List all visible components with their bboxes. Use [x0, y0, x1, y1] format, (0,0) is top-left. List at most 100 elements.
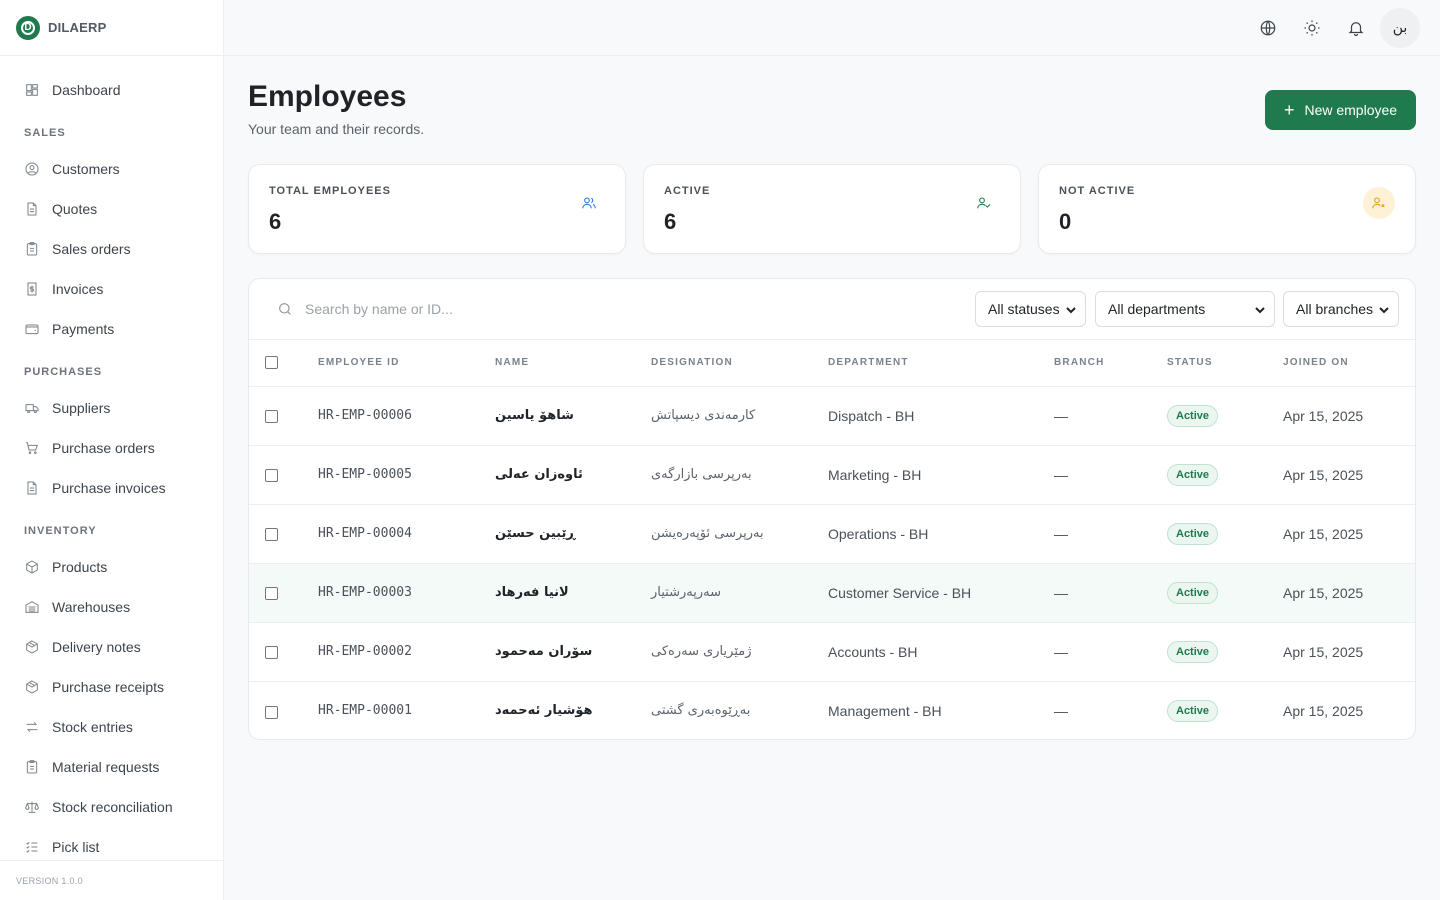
sidebar-item-delivery-notes[interactable]: Delivery notes	[0, 627, 223, 667]
table-row[interactable]: HR-EMP-00003 لانیا فەرهاد سەرپەرشتیار Custo…	[249, 563, 1415, 622]
employee-joined-on: Apr 15, 2025	[1283, 466, 1364, 483]
sidebar-item-customers[interactable]: Customers	[0, 149, 223, 189]
dashboard-icon	[26, 84, 38, 96]
table-row[interactable]: HR-EMP-00001 هۆشیار ئەحمەد بەڕێوەبەری گشتی…	[249, 681, 1415, 739]
employee-department: Operations - BH	[828, 525, 929, 542]
stat-card-total-employees: TOTAL EMPLOYEES 6	[248, 164, 626, 254]
stat-card-active: ACTIVE 6	[643, 164, 1021, 254]
sidebar-item-payments[interactable]: Payments	[0, 309, 223, 349]
employee-id[interactable]: HR-EMP-00006	[318, 386, 495, 445]
stat-value: 6	[664, 209, 677, 234]
notifications-button[interactable]	[1336, 6, 1376, 50]
stat-label: ACTIVE	[664, 185, 711, 197]
sidebar-item-suppliers[interactable]: Suppliers	[0, 388, 223, 428]
sidebar-item-material-requests[interactable]: Material requests	[0, 747, 223, 787]
status-filter-select[interactable]: All statuses	[975, 291, 1086, 327]
status-badge: Active	[1167, 640, 1219, 663]
new-employee-button[interactable]: + New employee	[1265, 90, 1416, 130]
search-box	[277, 301, 605, 317]
sidebar-item-stock-reconciliation[interactable]: Stock reconciliation	[0, 787, 223, 827]
employees-table: EMPLOYEE ID NAME DESIGNATION DEPARTMENT …	[249, 340, 1415, 739]
employee-id[interactable]: HR-EMP-00005	[318, 445, 495, 504]
employee-id[interactable]: HR-EMP-00003	[318, 563, 495, 622]
sidebar-item-quotes[interactable]: Quotes	[0, 189, 223, 229]
chevron-down-icon	[1065, 303, 1077, 315]
table-row[interactable]: HR-EMP-00002 سۆران مەحمود ژمێرياری سەرەکی A…	[249, 622, 1415, 681]
user-x-icon	[1372, 197, 1385, 209]
employee-joined-on: Apr 15, 2025	[1283, 584, 1364, 601]
table-row[interactable]: HR-EMP-00005 ئاوەزان عەلی بەرپرسی بازارگەی…	[249, 445, 1415, 504]
page-title: Employees	[248, 80, 407, 113]
col-department[interactable]: DEPARTMENT	[828, 340, 1054, 386]
col-branch[interactable]: BRANCH	[1054, 340, 1167, 386]
employee-designation: سەرپەرشتیار	[651, 585, 721, 600]
avatar[interactable]: بن	[1380, 8, 1420, 48]
employee-designation: بەرپرسی بازارگەی	[651, 467, 752, 482]
sidebar-item-purchase-orders[interactable]: Purchase orders	[0, 428, 223, 468]
table-header-row: EMPLOYEE ID NAME DESIGNATION DEPARTMENT …	[249, 340, 1415, 386]
employee-branch: —	[1054, 702, 1068, 719]
package-icon	[26, 640, 38, 654]
truck-icon	[25, 404, 39, 414]
employee-name[interactable]: لانیا فەرهاد	[495, 563, 651, 622]
topbar: بن	[224, 0, 1440, 56]
sidebar-item-pick-list[interactable]: Pick list	[0, 827, 223, 860]
employee-designation: بەڕێوەبەری گشتی	[651, 703, 751, 719]
col-name[interactable]: NAME	[495, 340, 651, 386]
employee-name[interactable]: شاهۆ یاسین	[495, 386, 651, 445]
department-filter-select[interactable]: All departments	[1095, 291, 1275, 327]
employee-id[interactable]: HR-EMP-00004	[318, 504, 495, 563]
sidebar-item-sales-orders[interactable]: Sales orders	[0, 229, 223, 269]
sidebar-item-purchase-receipts[interactable]: Purchase receipts	[0, 667, 223, 707]
status-badge: Active	[1167, 581, 1219, 604]
filter-bar: All statuses All departments All branche…	[249, 279, 1415, 340]
table-row[interactable]: HR-EMP-00006 شاهۆ یاسین کارمەندی دیسپاتش Di…	[249, 386, 1415, 445]
employee-name[interactable]: ئاوەزان عەلی	[495, 445, 651, 504]
sidebar-item-products[interactable]: Products	[0, 547, 223, 587]
sidebar-item-stock-entries[interactable]: Stock entries	[0, 707, 223, 747]
row-checkbox[interactable]	[265, 587, 278, 601]
employee-name[interactable]: سۆران مەحمود	[495, 622, 651, 681]
employee-designation: ژمێرياری سەرەکی	[651, 644, 752, 659]
sidebar-item-label: Quotes	[52, 201, 98, 217]
row-checkbox[interactable]	[265, 469, 278, 483]
sidebar-item-label: Customers	[52, 161, 120, 177]
branch-filter-value: All branches	[1296, 301, 1374, 317]
row-checkbox[interactable]	[265, 528, 278, 542]
status-badge: Active	[1167, 699, 1219, 722]
stat-value: 0	[1059, 209, 1072, 234]
employee-name[interactable]: هۆشیار ئەحمەد	[495, 681, 651, 739]
stat-label: NOT ACTIVE	[1059, 185, 1136, 197]
sidebar-item-invoices[interactable]: Invoices	[0, 269, 223, 309]
sidebar-item-dashboard[interactable]: Dashboard	[0, 70, 223, 110]
col-designation[interactable]: DESIGNATION	[651, 340, 828, 386]
row-checkbox[interactable]	[265, 410, 278, 424]
sidebar-item-label: Delivery notes	[52, 639, 141, 655]
employee-name[interactable]: ڕێبین حسێن	[495, 504, 651, 563]
status-badge: Active	[1167, 463, 1219, 486]
employee-id[interactable]: HR-EMP-00002	[318, 622, 495, 681]
theme-toggle-button[interactable]	[1292, 6, 1332, 50]
select-all-checkbox[interactable]	[265, 356, 278, 370]
col-employee-id[interactable]: EMPLOYEE ID	[318, 340, 495, 386]
col-status[interactable]: STATUS	[1167, 340, 1283, 386]
sidebar-section-inventory: INVENTORY	[24, 525, 97, 537]
col-joined-on[interactable]: JOINED ON	[1283, 340, 1415, 386]
brand[interactable]: D DILAERP	[0, 0, 223, 56]
document-icon	[27, 481, 37, 495]
table-row[interactable]: HR-EMP-00004 ڕێبین حسێن بەرپرسی ئۆپەرەیشن O…	[249, 504, 1415, 563]
document-icon	[27, 202, 37, 216]
employee-joined-on: Apr 15, 2025	[1283, 643, 1364, 660]
branch-filter-select[interactable]: All branches	[1283, 291, 1399, 327]
sidebar-item-label: Dashboard	[52, 82, 121, 98]
employee-id[interactable]: HR-EMP-00001	[318, 681, 495, 739]
language-button[interactable]	[1248, 6, 1288, 50]
users-icon	[582, 197, 596, 209]
row-checkbox[interactable]	[265, 646, 278, 660]
search-input[interactable]	[305, 301, 605, 317]
sidebar-item-label: Invoices	[52, 281, 104, 297]
row-checkbox[interactable]	[265, 705, 278, 719]
sidebar-item-purchase-invoices[interactable]: Purchase invoices	[0, 468, 223, 508]
sun-icon	[1304, 20, 1320, 36]
sidebar-item-warehouses[interactable]: Warehouses	[0, 587, 223, 627]
